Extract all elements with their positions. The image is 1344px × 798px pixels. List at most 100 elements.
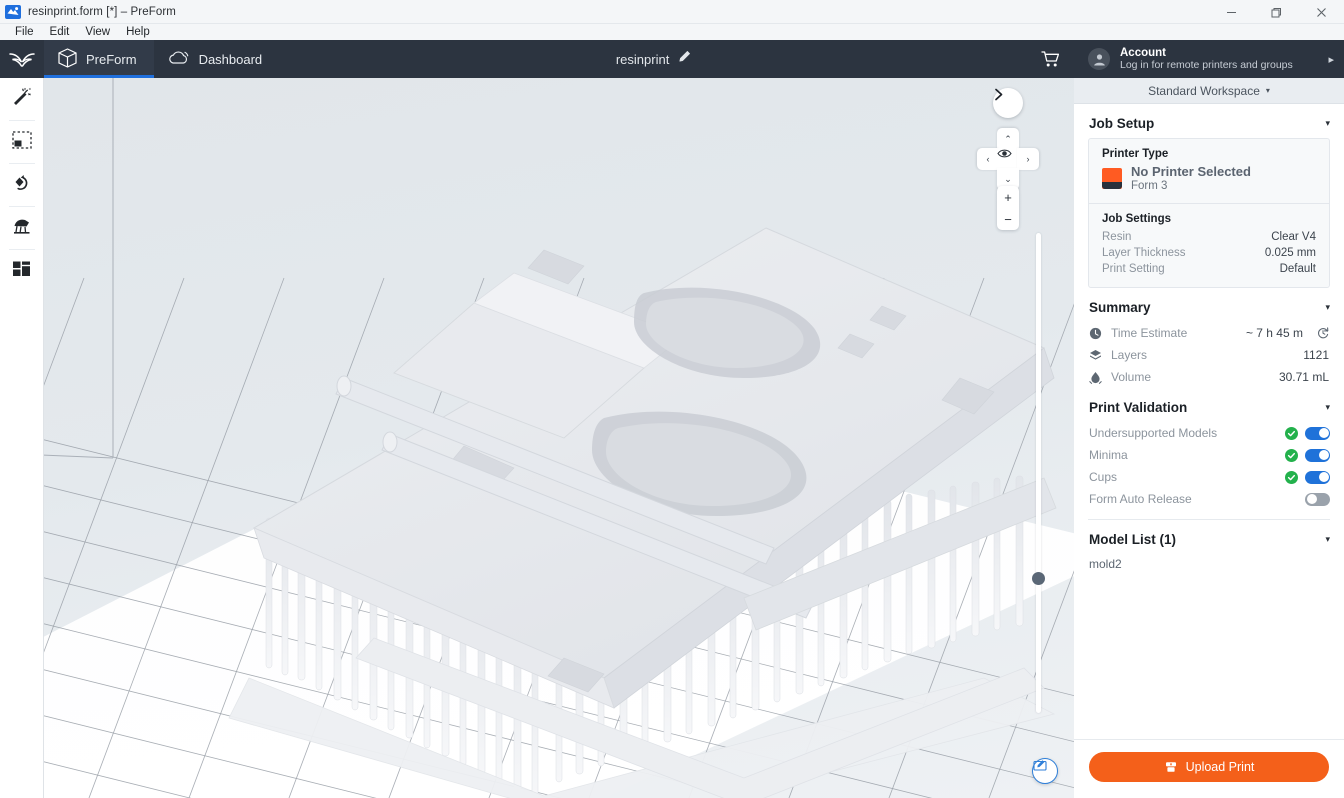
build-scene — [44, 78, 1074, 798]
view-slider-track[interactable] — [1036, 233, 1041, 713]
summary-row-time: Time Estimate ~ 7 h 45 m — [1074, 322, 1344, 344]
upload-print-label: Upload Print — [1185, 760, 1255, 774]
view-direction-pad[interactable]: ⌃ ‹ › ⌄ — [977, 128, 1039, 190]
close-button[interactable] — [1299, 0, 1344, 24]
validation-row-undersupported: Undersupported Models — [1074, 422, 1344, 444]
pencil-icon[interactable] — [678, 50, 691, 68]
check-icon — [1285, 448, 1298, 462]
app-header: PreForm Dashboard resinprint — [0, 40, 1074, 78]
menu-file[interactable]: File — [7, 24, 42, 40]
summary-header[interactable]: Summary ▾ — [1074, 288, 1344, 322]
volume-drop-icon — [1089, 371, 1102, 384]
left-toolbar: × × × — [0, 78, 44, 798]
zoom-out-button[interactable]: − — [997, 208, 1019, 230]
supports-tool[interactable] — [0, 207, 44, 250]
summary-key: Volume — [1111, 370, 1152, 385]
refresh-clock-icon[interactable] — [1317, 327, 1329, 339]
summary-key: Time Estimate — [1111, 326, 1188, 341]
chevron-down-icon[interactable]: ▾ — [1325, 118, 1330, 129]
chevron-right-icon[interactable]: ▸ — [1328, 53, 1334, 66]
print-validation-title: Print Validation — [1089, 400, 1188, 416]
setting-row: Print Setting Default — [1102, 261, 1316, 277]
setting-key: Resin — [1102, 231, 1132, 244]
workspace-label: Standard Workspace — [1148, 83, 1260, 98]
job-settings-block[interactable]: Job Settings Resin Clear V4 Layer Thickn… — [1089, 203, 1329, 287]
setting-value: Clear V4 — [1271, 231, 1316, 244]
account-subtitle: Log in for remote printers and groups — [1120, 58, 1293, 71]
preform-window: resinprint.form [*] – PreForm File Edit … — [0, 0, 1344, 798]
tab-preform-label: PreForm — [86, 51, 137, 67]
setting-value: Default — [1279, 263, 1316, 276]
upload-print-button[interactable]: Upload Print — [1089, 752, 1329, 782]
chevron-down-icon: ▾ — [1265, 86, 1270, 95]
3d-viewport[interactable]: ⌃ ‹ › ⌄ + − — [44, 78, 1074, 798]
menubar: File Edit View Help — [0, 24, 1344, 40]
summary-title: Summary — [1089, 300, 1151, 316]
cloud-icon — [168, 49, 190, 69]
view-slider-handle[interactable] — [1032, 572, 1045, 585]
validation-toggle[interactable] — [1305, 470, 1330, 484]
job-setup-header[interactable]: Job Setup ▾ — [1074, 104, 1344, 138]
rotate-icon — [11, 172, 33, 199]
menu-help[interactable]: Help — [118, 24, 158, 40]
validation-toggle[interactable] — [1305, 492, 1330, 506]
printer-icon — [1102, 168, 1122, 190]
feedback-icon[interactable] — [1032, 758, 1058, 784]
validation-label: Minima — [1089, 448, 1128, 463]
tab-dashboard-label: Dashboard — [198, 51, 263, 67]
titlebar: resinprint.form [*] – PreForm — [0, 0, 1344, 24]
setting-key: Layer Thickness — [1102, 247, 1186, 260]
validation-toggle[interactable] — [1305, 426, 1330, 440]
eye-icon[interactable] — [997, 148, 1019, 170]
chevron-down-icon[interactable]: ▾ — [1325, 302, 1330, 313]
summary-value: 30.71 mL — [1278, 370, 1329, 385]
orientation-tool[interactable] — [0, 164, 44, 207]
zoom-controls[interactable]: + − — [997, 186, 1019, 230]
model-list-header[interactable]: Model List (1) ▾ — [1074, 520, 1344, 554]
view-right-button[interactable]: › — [1017, 148, 1039, 170]
clock-icon — [1089, 327, 1102, 340]
zoom-in-button[interactable]: + — [997, 186, 1019, 208]
menu-view[interactable]: View — [77, 24, 118, 40]
tab-preform[interactable]: PreForm — [44, 40, 154, 78]
formlabs-logo-icon[interactable] — [0, 40, 44, 78]
print-validation-header[interactable]: Print Validation ▾ — [1074, 388, 1344, 422]
view-up-button[interactable]: ⌃ — [997, 128, 1019, 150]
setting-value: 0.025 mm — [1264, 247, 1316, 260]
view-left-button[interactable]: ‹ — [977, 148, 999, 170]
layout-tool[interactable] — [0, 250, 44, 293]
svg-text:×: × — [23, 87, 26, 93]
size-tool[interactable] — [0, 121, 44, 164]
account-row[interactable]: Account Log in for remote printers and g… — [1074, 40, 1344, 78]
panel-content: Job Setup ▾ Printer Type No Printer Sele… — [1074, 104, 1344, 739]
user-avatar-icon — [1088, 48, 1110, 70]
summary-key: Layers — [1111, 348, 1148, 363]
validation-label: Cups — [1089, 470, 1118, 485]
validation-label: Undersupported Models — [1089, 426, 1218, 441]
expand-panel-button[interactable] — [993, 88, 1023, 118]
restore-button[interactable] — [1254, 0, 1299, 24]
printer-type-block[interactable]: Printer Type No Printer Selected Form 3 — [1089, 139, 1329, 203]
workspace-selector[interactable]: Standard Workspace ▾ — [1074, 78, 1344, 104]
setting-row: Resin Clear V4 — [1102, 229, 1316, 245]
preform-logo-icon — [5, 4, 21, 20]
setting-row: Layer Thickness 0.025 mm — [1102, 245, 1316, 261]
cube-icon — [58, 47, 77, 71]
validation-row-auto-release: Form Auto Release — [1074, 488, 1344, 510]
check-icon — [1285, 426, 1298, 440]
list-item[interactable]: mold2 — [1074, 554, 1344, 574]
cart-icon[interactable] — [1028, 40, 1074, 78]
svg-text:×: × — [28, 92, 31, 97]
minimize-button[interactable] — [1209, 0, 1254, 24]
tab-dashboard[interactable]: Dashboard — [154, 40, 280, 78]
chevron-down-icon[interactable]: ▾ — [1325, 534, 1330, 545]
chevron-down-icon[interactable]: ▾ — [1325, 402, 1330, 413]
window-controls — [1209, 0, 1344, 24]
job-setup-title: Job Setup — [1089, 116, 1155, 131]
validation-toggle[interactable] — [1305, 448, 1330, 462]
summary-row-volume: Volume 30.71 mL — [1074, 366, 1344, 388]
supports-icon — [11, 215, 33, 242]
auto-orient-tool[interactable]: × × × — [0, 78, 44, 121]
scale-icon — [11, 129, 33, 156]
menu-edit[interactable]: Edit — [42, 24, 78, 40]
